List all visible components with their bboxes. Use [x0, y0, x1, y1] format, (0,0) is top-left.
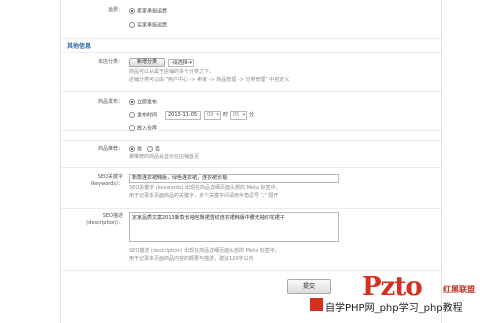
seo-keywords-label-2: (keywords)： [90, 181, 123, 187]
recommend-label: 商品推荐： [97, 146, 123, 152]
recommend-no-option[interactable]: 否 [147, 146, 160, 154]
radio-icon[interactable] [129, 146, 135, 152]
category-hint-2: 店铺分类可以由 "用户中心 -> 卖家 -> 商品管理 -> 分类管理" 中自定… [129, 77, 290, 83]
radio-icon[interactable] [129, 125, 135, 131]
publish-hour-select[interactable]: 09 ▾ [204, 111, 221, 120]
category-row: 本店分类： 新增分类 -请选择- ▾ 商品可以从属于店铺的多个分类之下。 店铺分… [61, 52, 441, 92]
publish-minute-select[interactable]: 05 ▾ [230, 111, 247, 120]
seo-keywords-hint-1: SEO关键字 (keywords) 出现在商品详细页面头部的 Meta 标签中， [129, 185, 281, 191]
publish-label: 商品发布： [97, 99, 123, 105]
site-logo: Pzto [362, 272, 423, 302]
hour-unit: 时 [223, 112, 229, 118]
watermark-text: 自学PHP网_php学习_php教程 [325, 303, 463, 314]
seo-description-label-2: (description)： [86, 220, 123, 226]
seo-description-textarea[interactable]: 定家品质文案2013新款长袖包臀裙雪纺连衣裙韩版中腰无袖印花裙子 [129, 212, 339, 242]
recommend-yes-option[interactable]: 是 [129, 146, 142, 154]
shipping-seller-option[interactable]: 卖家承担运费 [129, 8, 167, 16]
seo-keywords-label: SEO关键字 [97, 174, 123, 180]
recommend-hint: 被推荐的商品会显示在店铺首页 [129, 154, 200, 160]
seo-description-label: SEO描述 [102, 213, 123, 219]
radio-icon[interactable] [129, 22, 135, 28]
category-label: 本店分类： [97, 59, 123, 65]
publish-scheduled-option[interactable]: 发布时间 [129, 112, 157, 120]
seo-description-row: SEO描述 (description)： 定家品质文案2013新款长袖包臀裙雪纺… [61, 208, 441, 271]
watermark: Pzto 红黑联盟 自学PHP网_php学习_php教程 [280, 272, 500, 323]
chevron-down-icon: ▾ [189, 60, 192, 66]
chevron-down-icon: ▾ [216, 112, 219, 118]
radio-icon[interactable] [129, 8, 135, 14]
watermark-badge-icon [310, 298, 323, 311]
publish-now-option[interactable]: 立即发布 [129, 99, 157, 107]
section-title: 其他信息 [67, 43, 92, 50]
site-logo-subtitle: 红黑联盟 [443, 285, 475, 294]
seo-description-hint-2: 用于记录本页面商品内容的概要与描述，建议120字以内 [129, 256, 254, 262]
publish-date-input[interactable]: 2013-11-05 [165, 111, 201, 120]
radio-icon[interactable] [129, 112, 135, 118]
seo-description-hint-1: SEO描述 (description) 出现在商品详细页面头部的 Meta 标签… [129, 248, 280, 254]
seo-keywords-hint-2: 用于记录本页面商品的关键字，多个关键字间请用半角逗号 "," 隔开 [129, 193, 279, 199]
radio-icon[interactable] [129, 99, 135, 105]
category-select[interactable]: -请选择- ▾ [168, 59, 194, 67]
radio-icon[interactable] [147, 146, 153, 152]
minute-unit: 分 [249, 112, 255, 118]
category-hint-1: 商品可以从属于店铺的多个分类之下。 [129, 69, 215, 75]
shipping-row: 运费： 卖家承担运费 买家承担运费 [61, 0, 441, 39]
submit-button[interactable]: 提交 [287, 279, 331, 294]
seo-keywords-row: SEO关键字 (keywords)： 新款连衣裙韩版，绿色连衣裙，连衣裙长袖 S… [61, 170, 441, 209]
seo-keywords-input[interactable]: 新款连衣裙韩版，绿色连衣裙，连衣裙长袖 [129, 174, 339, 183]
publish-warehouse-option[interactable]: 放入仓库 [129, 125, 157, 133]
recommend-row: 商品推荐： 是 否 被推荐的商品会显示在店铺首页 [61, 140, 441, 168]
shipping-label: 运费： [107, 7, 123, 13]
chevron-down-icon: ▾ [242, 112, 245, 118]
add-category-button[interactable]: 新增分类 [129, 58, 165, 67]
shipping-buyer-option[interactable]: 买家承担运费 [129, 22, 167, 30]
publish-row: 商品发布： 立即发布 发布时间 2013-11-05 09 ▾ 时 05 ▾ 分 放… [61, 90, 441, 133]
